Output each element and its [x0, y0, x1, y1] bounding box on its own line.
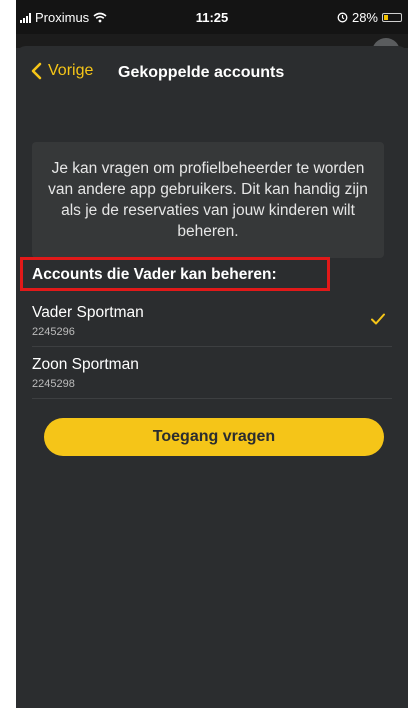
battery-icon	[382, 13, 402, 22]
back-button[interactable]: Vorige	[30, 62, 93, 80]
checkmark-icon	[371, 313, 385, 325]
phone-screen: Proximus 11:25 28% VS	[16, 0, 408, 708]
status-right: 28%	[337, 10, 402, 25]
request-access-button[interactable]: Toegang vragen	[44, 418, 384, 456]
alarm-icon	[337, 12, 348, 23]
page-title: Gekoppelde accounts	[118, 64, 285, 81]
linked-accounts-sheet: Vorige Gekoppelde accounts Je kan vragen…	[16, 46, 408, 708]
battery-percent: 28%	[351, 10, 378, 25]
account-row[interactable]: Vader Sportman 2245296	[32, 296, 392, 347]
status-bar: Proximus 11:25 28%	[16, 0, 408, 34]
nav-bar: Vorige Gekoppelde accounts	[16, 46, 408, 102]
chevron-left-icon	[31, 62, 42, 80]
info-box: Je kan vragen om profielbeheerder te wor…	[32, 142, 384, 258]
account-id: 2245298	[32, 378, 75, 390]
account-id: 2245296	[32, 326, 75, 338]
back-button-label: Vorige	[48, 62, 94, 79]
account-name: Vader Sportman	[32, 304, 144, 321]
account-name: Zoon Sportman	[32, 356, 139, 373]
account-row[interactable]: Zoon Sportman 2245298	[32, 348, 392, 399]
section-header: Accounts die Vader kan beheren:	[32, 266, 277, 283]
